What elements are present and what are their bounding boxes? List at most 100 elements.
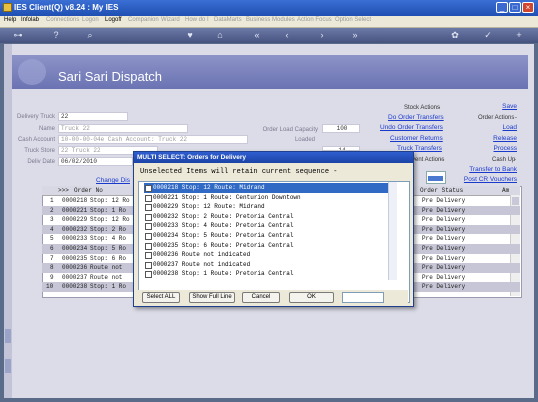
deliv-date-label: Deliv Date xyxy=(27,159,55,165)
change-link[interactable]: Change Dis xyxy=(96,177,130,184)
list-item[interactable]: 0000235 Stop: 6 Route: Pretoria Central xyxy=(144,241,393,251)
orders-select-list: 0000218 Stop: 12 Route: Midrand 0000221 … xyxy=(138,181,410,303)
release-link[interactable]: Release xyxy=(480,135,517,142)
cancel-button[interactable]: Cancel xyxy=(242,292,280,303)
truck-store-label: Truck Store xyxy=(24,148,55,154)
checkbox[interactable] xyxy=(145,242,152,250)
process-link[interactable]: Process xyxy=(480,145,517,152)
help-icon[interactable]: ? xyxy=(50,30,62,41)
close-icon[interactable]: × xyxy=(522,2,534,13)
select-all-button[interactable]: Select ALL xyxy=(142,292,180,303)
cash-account-field[interactable]: 10-00-00-04e Cash Account: Truck 22 xyxy=(58,135,248,144)
customer-returns-link[interactable]: Customer Returns xyxy=(390,135,443,142)
loaded-label: Loaded xyxy=(294,137,315,143)
checkbox[interactable] xyxy=(145,213,152,221)
load-capacity-label: Order Load Capacity xyxy=(262,127,318,133)
ok-button[interactable]: OK xyxy=(289,292,334,303)
checkbox[interactable] xyxy=(145,194,152,202)
list-item[interactable]: 0000234 Stop: 5 Route: Pretoria Central xyxy=(144,231,393,241)
home-icon[interactable]: ⌂ xyxy=(214,30,226,41)
col-order-status[interactable]: Order Status xyxy=(420,187,463,194)
undo-order-transfers-link[interactable]: Undo Order Transfers xyxy=(380,124,443,131)
order-actions-label: Order Actions xyxy=(478,115,515,121)
add-icon[interactable]: + xyxy=(513,30,525,41)
delivery-truck-label: Delivery Truck xyxy=(16,114,55,120)
list-item[interactable]: 0000237 Route not indicated xyxy=(144,260,393,270)
col-order-no[interactable]: Order No xyxy=(74,187,103,194)
dialog-button-bar: Select ALL Show Full Line Cancel OK xyxy=(138,290,408,304)
show-full-line-button[interactable]: Show Full Line xyxy=(189,292,235,303)
rewind-icon[interactable]: « xyxy=(251,30,263,41)
list-scrollbar[interactable] xyxy=(388,182,397,280)
settings-icon[interactable]: ✿ xyxy=(449,30,461,41)
do-order-transfers-link[interactable]: Do Order Transfers xyxy=(388,114,444,121)
minimize-icon[interactable]: _ xyxy=(496,2,508,13)
stock-actions-sep: - xyxy=(438,105,440,111)
list-item[interactable]: 0000232 Stop: 2 Route: Pretoria Central xyxy=(144,212,393,222)
back-icon[interactable]: ‹ xyxy=(281,30,293,41)
menu-infolab[interactable]: Infolab xyxy=(21,17,39,23)
toolbar: ⊶ ? ⌕ ♥ ⌂ « ‹ › » ✿ ✓ + xyxy=(0,28,538,43)
col-amount[interactable]: Am xyxy=(502,187,509,194)
transfer-to-bank-link[interactable]: Transfer to Bank xyxy=(440,166,517,173)
delivery-truck-field[interactable]: 22 xyxy=(58,112,128,121)
side-tab[interactable] xyxy=(5,359,11,373)
side-tab[interactable] xyxy=(5,329,11,343)
save-link[interactable]: Save xyxy=(480,103,517,110)
cash-up-sep: - xyxy=(514,157,516,163)
checkbox[interactable] xyxy=(145,233,152,240)
name-label: Name xyxy=(38,126,55,132)
checkbox[interactable] xyxy=(145,271,152,279)
menu-bar: Help Infolab Connections Logon Logoff Co… xyxy=(0,16,538,28)
load-link[interactable]: Load xyxy=(480,124,517,131)
menu-option-select[interactable]: Option Select xyxy=(335,17,371,23)
post-cr-vouchers-link[interactable]: Post CR Vouchers xyxy=(440,176,517,183)
dialog-title-bar[interactable]: MULTI SELECT: Orders for Delivery xyxy=(134,152,413,163)
checkbox[interactable] xyxy=(145,223,152,231)
menu-wizard[interactable]: Wizard xyxy=(161,17,180,23)
header-logo xyxy=(18,59,46,85)
menu-logon[interactable]: Logon xyxy=(82,17,99,23)
checkbox[interactable] xyxy=(145,252,152,260)
cash-account-label: Cash Account xyxy=(17,137,55,143)
heart-icon[interactable]: ♥ xyxy=(184,30,196,41)
menu-action-focus[interactable]: Action Focus xyxy=(297,17,332,23)
checkbox[interactable] xyxy=(145,185,152,192)
left-strip xyxy=(4,44,12,398)
menu-logoff[interactable]: Logoff xyxy=(105,17,122,23)
list-item[interactable]: 0000238 Stop: 1 Route: Pretoria Central xyxy=(144,269,393,279)
checkbox[interactable] xyxy=(145,261,152,269)
load-capacity-field[interactable]: 100 xyxy=(322,124,360,133)
key-icon[interactable]: ⊶ xyxy=(8,30,28,41)
menu-help[interactable]: Help xyxy=(4,17,16,23)
menu-connections[interactable]: Connections xyxy=(46,17,79,23)
page-header: Sari Sari Dispatch xyxy=(12,55,528,89)
menu-datamarts[interactable]: DataMarts xyxy=(214,17,242,23)
menu-companion[interactable]: Companion xyxy=(128,17,159,23)
search-icon[interactable]: ⌕ xyxy=(84,30,96,41)
checkbox[interactable] xyxy=(145,204,152,212)
list-item[interactable]: 0000236 Route not indicated xyxy=(144,250,393,260)
stock-actions-label: Stock Actions xyxy=(404,105,441,111)
list-item[interactable]: 0000221 Stop: 1 Route: Centurion Downtow… xyxy=(144,193,393,203)
maximize-icon[interactable]: □ xyxy=(509,2,521,13)
dialog-title: MULTI SELECT: Orders for Delivery xyxy=(137,154,246,161)
menu-how-do-i[interactable]: How do I xyxy=(185,17,209,23)
window-title: IES Client(Q) v8.24 : My IES xyxy=(14,3,119,12)
list-item[interactable]: 0000229 Stop: 12 Route: Midrand xyxy=(144,202,393,212)
menu-business-modules[interactable]: Business Modules xyxy=(246,17,295,23)
name-field[interactable]: Truck 22 xyxy=(58,124,188,133)
dialog-subtitle: Unselected Items will retain current seq… xyxy=(140,168,338,176)
forward-icon[interactable]: › xyxy=(316,30,328,41)
page-title: Sari Sari Dispatch xyxy=(58,69,163,84)
fast-forward-icon[interactable]: » xyxy=(349,30,361,41)
dialog-input-box[interactable] xyxy=(342,292,384,303)
list-item[interactable]: 0000233 Stop: 4 Route: Pretoria Central xyxy=(144,221,393,231)
col-marker[interactable]: >>> xyxy=(58,187,69,194)
list-item[interactable]: 0000218 Stop: 12 Route: Midrand xyxy=(144,183,393,193)
deliv-date-field[interactable]: 06/02/2010 xyxy=(58,157,133,166)
multi-select-dialog: MULTI SELECT: Orders for Delivery Unsele… xyxy=(133,151,414,307)
app-icon xyxy=(3,3,12,12)
window-title-bar[interactable]: IES Client(Q) v8.24 : My IES _ □ × xyxy=(0,0,538,16)
check-icon[interactable]: ✓ xyxy=(482,30,494,41)
